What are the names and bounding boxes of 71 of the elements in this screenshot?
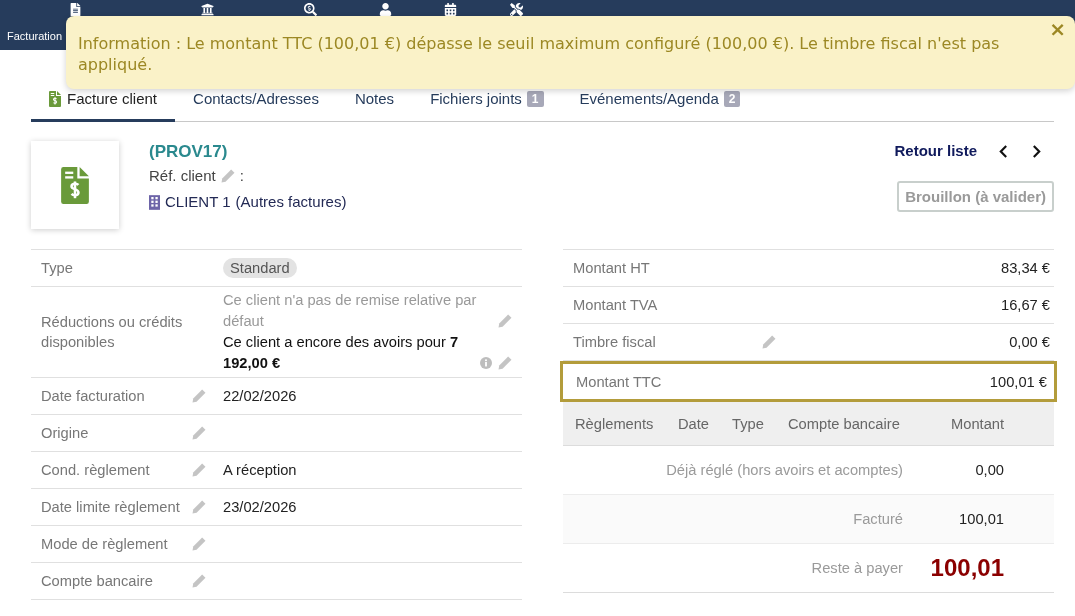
next-icon[interactable] [1032,144,1041,158]
status-badge: Brouillon (à valider) [897,181,1054,212]
pencil-icon[interactable] [220,169,235,183]
summary-label: Facturé [853,510,903,529]
tools-icon[interactable] [510,3,523,16]
total-label: Montant TTC [576,372,662,392]
summary-value: 0,00 [975,461,1004,480]
field-label: Date limite règlement [41,498,180,517]
field-label: Cond. règlement [41,461,150,480]
search-icon[interactable] [304,3,317,16]
summary-value: 100,01 [959,510,1004,529]
column-header: Compte bancaire [788,414,901,434]
summary-value: 100,01 [930,554,1004,582]
bank-icon[interactable] [201,3,214,16]
calendar-icon[interactable] [444,3,457,16]
notification-message: Information : Le montant TTC (100,01 €) dépasse le seuil maximum configuré (100,00 €). Le timbre fiscal n'est pas appliqué. [78,34,1000,74]
tab[interactable]: Fichiers joints 1 [412,90,562,122]
invoice-icon [49,91,61,107]
user-icon[interactable] [379,3,392,16]
document-icon[interactable] [69,3,82,16]
field-value: 23/02/2026 [223,498,297,517]
total-label: Timbre fiscal [573,333,656,352]
pencil-icon[interactable] [192,574,206,588]
pencil-icon[interactable] [192,426,206,440]
total-value: 16,67 € [1001,296,1050,315]
count-badge: 2 [723,91,741,107]
tab[interactable]: Contacts/Adresses [175,90,337,122]
column-header: Type [732,414,765,434]
total-value: 100,01 € [989,372,1047,392]
invoice-icon [31,141,119,229]
pencil-icon[interactable] [192,537,206,551]
total-label: Montant TVA [573,296,658,315]
back-to-list-link[interactable]: Retour liste [894,141,977,161]
tab[interactable]: Facture client [31,90,176,122]
ref-client-label: Réf. client [149,166,216,186]
info-icon [480,357,492,369]
column-header: Montant [951,414,1004,434]
count-badge: 1 [526,91,544,107]
total-value: 83,34 € [1001,259,1050,278]
ref-client-separator: : [239,166,244,186]
credit-note: Ce client a encore des avoirs pour 7 192,00 € [223,333,460,373]
tab[interactable]: Notes [336,90,413,122]
field-label: Compte bancaire [41,572,153,591]
field-value: A réception [223,461,297,480]
field-label: Type [41,259,73,278]
column-header: Date [678,414,711,434]
field-label: Origine [41,424,89,443]
field-label: Réductions ou crédits disponibles [41,313,184,352]
field-label: Mode de règlement [41,535,168,554]
invoice-ref: (PROV17) [149,141,228,163]
menu-label[interactable]: Facturation [7,29,63,43]
column-header: Règlements [575,414,655,434]
previous-icon[interactable] [999,144,1008,158]
type-badge: Standard [223,258,297,278]
field-label: Date facturation [41,387,145,406]
pencil-icon[interactable] [762,335,776,349]
pencil-icon[interactable] [192,463,206,477]
field-value: 22/02/2026 [223,387,297,406]
summary-label: Reste à payer [811,559,903,578]
other-invoices-link[interactable]: (Autres factures) [235,189,347,215]
pencil-icon[interactable] [498,314,512,328]
pencil-icon[interactable] [192,389,206,403]
total-value: 0,00 € [1009,333,1050,352]
total-label: Montant HT [573,259,650,278]
tab[interactable]: Evénements/Agenda 2 [561,90,759,122]
customer-link[interactable]: CLIENT 1 [165,189,231,215]
summary-label: Déjà réglé (hors avoirs et acomptes) [666,461,903,480]
building-icon [149,194,160,210]
pencil-icon[interactable] [498,356,512,370]
discount-note: Ce client n'a pas de remise relative par défaut [223,291,478,331]
pencil-icon[interactable] [192,500,206,514]
